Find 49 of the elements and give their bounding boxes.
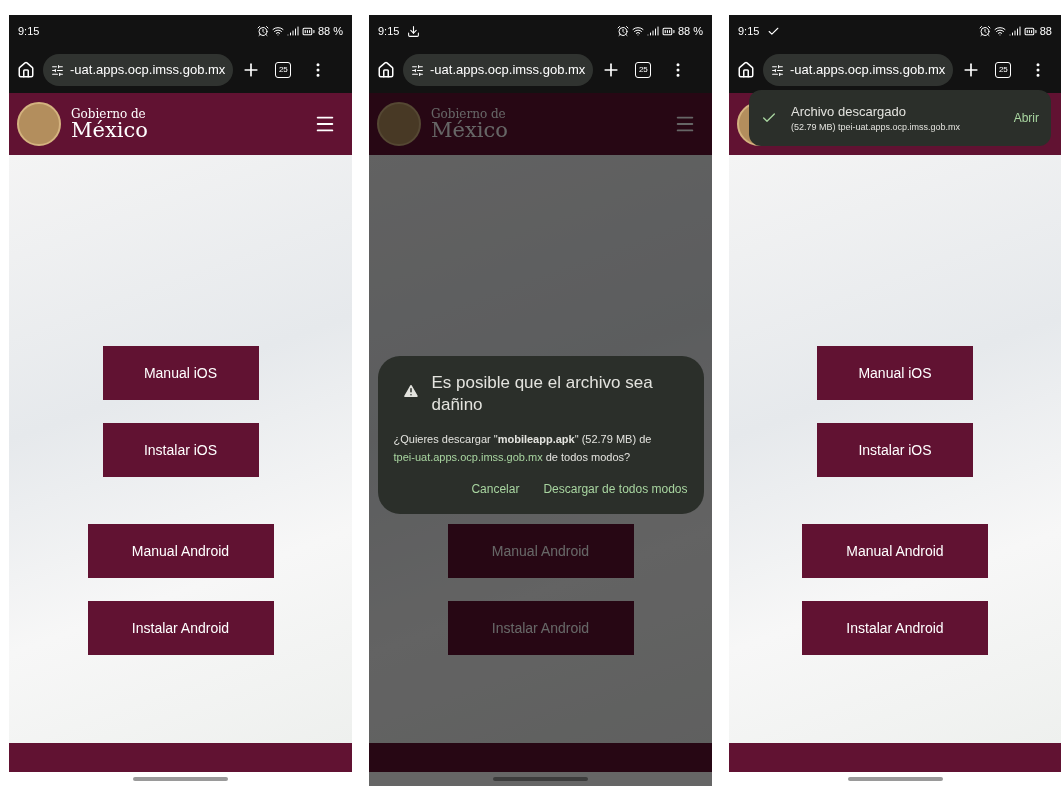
domain-link[interactable]: tpei-uat.apps.ocp.imss.gob.mx bbox=[393, 450, 543, 463]
url-text: -uat.apps.ocp.imss.gob.mx bbox=[70, 61, 226, 80]
address-bar[interactable]: -uat.apps.ocp.imss.gob.mx bbox=[43, 54, 234, 86]
emblem-icon bbox=[377, 102, 421, 146]
brand-title: México bbox=[431, 119, 508, 141]
home-icon[interactable] bbox=[737, 61, 755, 79]
brand-title: México bbox=[71, 119, 148, 141]
link-button[interactable]: Manual iOS bbox=[102, 346, 259, 400]
tab-count[interactable]: 25 bbox=[995, 62, 1012, 78]
alarm-icon bbox=[978, 25, 991, 37]
tab-count[interactable]: 25 bbox=[635, 62, 652, 78]
home-icon[interactable] bbox=[377, 61, 395, 79]
wifi-icon bbox=[271, 25, 284, 37]
status-time: 9:15 bbox=[738, 23, 760, 39]
dialog-message: ¿Quieres descargar "mobileapp.apk" (52.79 MB) de tpei-uat.apps.ocp.imss.gob.mx de todos modos? bbox=[393, 431, 653, 465]
alarm-icon bbox=[616, 25, 629, 37]
alarm-icon bbox=[256, 25, 269, 37]
url-text: -uat.apps.ocp.imss.gob.mx bbox=[430, 61, 586, 80]
site-settings-icon[interactable] bbox=[411, 63, 424, 77]
toast-detail: (52.79 MB) tpei-uat.apps.ocp.imss.gob.mx bbox=[791, 121, 961, 134]
address-bar[interactable]: -uat.apps.ocp.imss.gob.mx bbox=[763, 54, 954, 86]
site-settings-icon[interactable] bbox=[771, 63, 784, 77]
toast-title: Archivo descargado bbox=[791, 102, 907, 121]
address-bar[interactable]: -uat.apps.ocp.imss.gob.mx bbox=[403, 54, 594, 86]
brand-subtitle: Gobierno de bbox=[431, 107, 506, 120]
dialog-action[interactable]: Cancelar bbox=[471, 479, 520, 498]
open-button[interactable]: Abrir bbox=[1013, 109, 1039, 127]
status-time: 9:15 bbox=[378, 23, 400, 39]
status-time: 9:15 bbox=[18, 23, 40, 39]
link-button[interactable]: Manual iOS bbox=[817, 346, 973, 400]
link-button[interactable]: Instalar iOS bbox=[102, 423, 259, 477]
battery-percent: 88 bbox=[1039, 23, 1052, 39]
link-button[interactable]: Instalar Android bbox=[87, 601, 274, 655]
battery-percent: 88 % bbox=[317, 23, 343, 39]
link-button[interactable]: Manual Android bbox=[802, 524, 988, 578]
dialog-action[interactable]: Descargar de todos modos bbox=[543, 479, 688, 498]
tab-count[interactable]: 25 bbox=[275, 62, 292, 78]
site-settings-icon[interactable] bbox=[51, 63, 64, 77]
emblem-icon bbox=[17, 102, 61, 146]
wifi-icon bbox=[631, 25, 644, 37]
link-button[interactable]: Instalar iOS bbox=[817, 423, 973, 477]
link-button[interactable]: Manual Android bbox=[87, 524, 274, 578]
wifi-icon bbox=[993, 25, 1006, 37]
brand-subtitle: Gobierno de bbox=[71, 107, 146, 120]
link-button[interactable]: Instalar Android bbox=[802, 601, 988, 655]
url-text: -uat.apps.ocp.imss.gob.mx bbox=[790, 61, 946, 80]
home-icon[interactable] bbox=[17, 61, 35, 79]
dialog-title: Es posible que el archivo sea dañino bbox=[431, 371, 654, 416]
battery-percent: 88 % bbox=[677, 23, 703, 39]
